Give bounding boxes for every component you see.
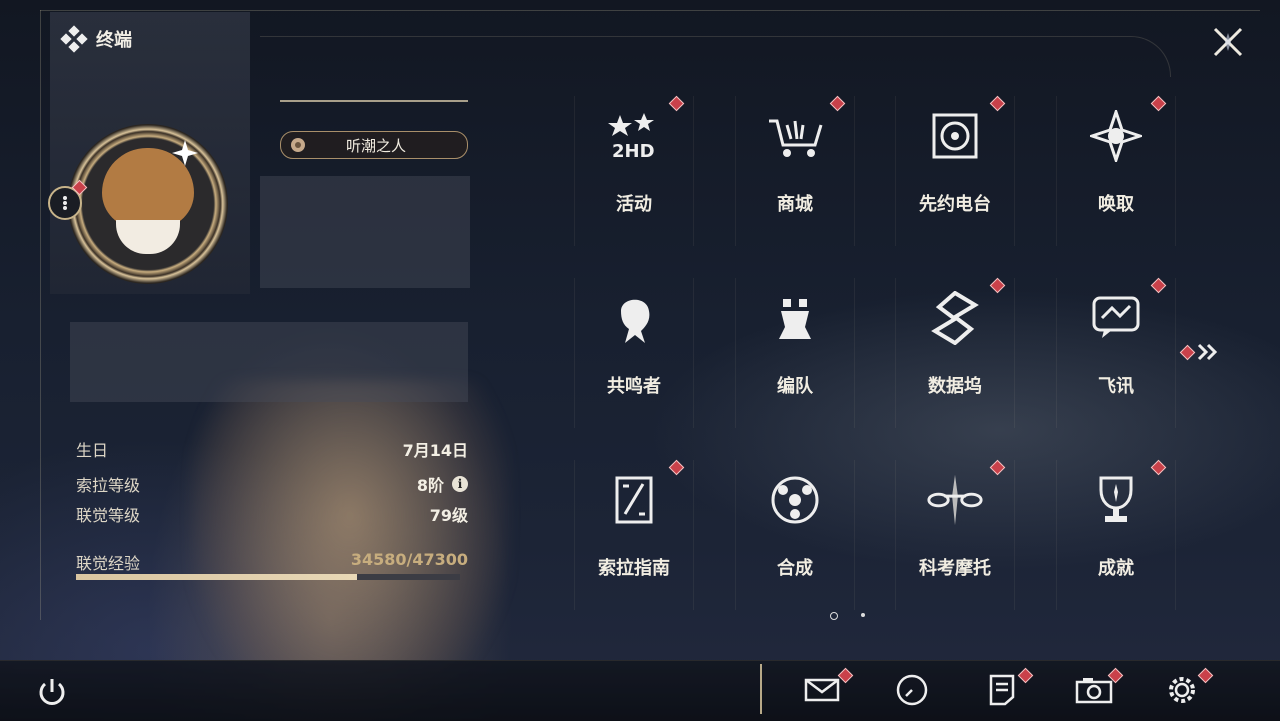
notice-button[interactable] <box>980 667 1034 712</box>
menu-item-label: 唤取 <box>1098 194 1134 215</box>
menu-item-label: 活动 <box>616 194 652 215</box>
menu-item-label: 数据坞 <box>928 376 982 397</box>
resonator-icon <box>604 288 664 348</box>
menu-item-label: 成就 <box>1098 558 1134 579</box>
menu-item-label: 商城 <box>777 194 813 215</box>
mail-icon <box>804 678 840 702</box>
settings-icon <box>1169 677 1195 703</box>
menu-item-motorcycle[interactable]: 科考摩托 <box>895 459 1015 610</box>
shell-icon <box>281 132 315 158</box>
clock-icon <box>896 674 928 706</box>
menu-item-label: 飞讯 <box>1098 376 1134 397</box>
achievement-icon <box>1086 470 1146 530</box>
mail-button[interactable] <box>800 667 854 712</box>
header: 终端 <box>60 25 132 53</box>
birthday-row: 生日 7月14日 <box>76 437 468 461</box>
menu-item-messages[interactable]: 飞讯 <box>1056 277 1176 428</box>
sola-level-value: 8阶 <box>416 476 444 495</box>
union-exp-bar-fill <box>76 574 357 580</box>
blurred-name-region <box>260 176 470 288</box>
events-icon: 2HD <box>604 106 664 166</box>
bottom-divider <box>760 664 762 714</box>
power-button[interactable] <box>32 672 72 712</box>
title-badge[interactable]: 听潮之人 <box>280 131 468 159</box>
union-level-value: 79级 <box>429 506 468 525</box>
svg-text:2HD: 2HD <box>612 141 655 161</box>
menu-item-resonator[interactable]: 共鸣者 <box>574 278 694 428</box>
radio-icon <box>925 106 985 166</box>
close-button[interactable] <box>1208 22 1248 62</box>
frame-top-line <box>40 10 1260 11</box>
frame-left-line <box>40 10 41 620</box>
title-divider <box>280 100 468 102</box>
menu-item-label: 共鸣者 <box>607 376 661 397</box>
title-badge-label: 听潮之人 <box>345 136 406 155</box>
clock-button[interactable] <box>890 668 934 712</box>
union-exp-row: 联觉经验 34580/47300 <box>76 550 468 574</box>
shop-icon <box>765 106 825 166</box>
frame-arc <box>260 36 1171 77</box>
union-exp-bar <box>76 574 460 580</box>
menu-item-label: 先约电台 <box>919 194 991 215</box>
birthday-value: 7月14日 <box>402 441 468 460</box>
blurred-signature-region <box>70 322 468 402</box>
union-level-label: 联觉等级 <box>76 506 141 525</box>
menu-item-achievement[interactable]: 成就 <box>1056 459 1176 610</box>
messages-icon <box>1086 288 1146 348</box>
databank-icon <box>925 288 985 348</box>
sola-level-label: 索拉等级 <box>76 476 141 495</box>
terminal-icon <box>60 25 88 53</box>
union-exp-value: 34580/47300 <box>350 550 468 569</box>
camera-icon <box>1075 678 1113 704</box>
menu-item-databank[interactable]: 数据坞 <box>895 277 1015 428</box>
union-exp-label: 联觉经验 <box>76 554 141 573</box>
team-icon <box>765 288 825 348</box>
convene-icon <box>1086 106 1146 166</box>
pager-dot-1[interactable] <box>830 612 838 620</box>
camera-button[interactable] <box>1072 667 1124 712</box>
menu-item-label: 索拉指南 <box>598 558 670 579</box>
double-chevron-right-icon <box>1197 343 1218 361</box>
menu-item-label: 编队 <box>777 376 813 397</box>
menu-item-team[interactable]: 编队 <box>735 278 855 428</box>
guidebook-icon <box>604 470 664 530</box>
page-title: 终端 <box>96 30 132 51</box>
motorcycle-icon <box>925 470 985 530</box>
info-icon[interactable]: i <box>452 476 468 492</box>
menu-item-shop[interactable]: 商城 <box>735 95 855 246</box>
sparkle-icon <box>172 140 198 166</box>
avatar[interactable] <box>68 124 228 284</box>
close-icon <box>1213 27 1243 57</box>
menu-item-events[interactable]: 2HD 活动 <box>574 95 694 246</box>
menu-item-label: 科考摩托 <box>919 558 991 579</box>
next-page-button[interactable] <box>1179 340 1222 364</box>
union-level-row: 联觉等级 79级 <box>76 502 468 526</box>
power-icon <box>39 679 65 705</box>
pager-dot-2[interactable] <box>861 613 865 617</box>
birthday-label: 生日 <box>76 441 109 460</box>
more-vertical-icon <box>63 195 67 211</box>
sola-level-row: 索拉等级 8阶 i <box>76 472 468 496</box>
menu-item-convene[interactable]: 唤取 <box>1056 95 1176 246</box>
menu-item-radio[interactable]: 先约电台 <box>895 95 1015 246</box>
menu-item-guidebook[interactable]: 索拉指南 <box>574 459 694 610</box>
settings-button[interactable] <box>1160 667 1214 712</box>
menu-item-label: 合成 <box>777 558 813 579</box>
synthesis-icon <box>765 470 825 530</box>
menu-item-synthesis[interactable]: 合成 <box>735 460 855 610</box>
notice-icon <box>989 674 1015 706</box>
next-page-badge <box>1179 344 1196 360</box>
